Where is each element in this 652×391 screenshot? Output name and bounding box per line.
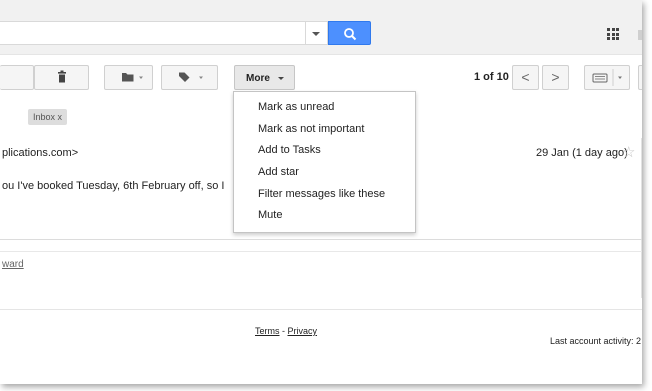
last-account-activity: Last account activity: 2 [550, 336, 642, 346]
account-edge [638, 30, 642, 40]
message-date: 29 Jan (1 day ago) [536, 147, 628, 159]
sender-address: plications.com> [2, 147, 79, 159]
label-tag-icon [179, 72, 203, 82]
older-button[interactable]: > [542, 65, 569, 90]
privacy-link[interactable]: Privacy [288, 326, 318, 336]
pager-count: 1 of 10 [474, 71, 509, 83]
menu-item-add-to-tasks[interactable]: Add to Tasks [234, 140, 415, 161]
more-button[interactable]: More [234, 65, 295, 90]
search-icon [344, 28, 357, 41]
input-tools-button[interactable] [584, 65, 630, 90]
menu-item-mute[interactable]: Mute [234, 205, 415, 226]
folder-icon [122, 73, 143, 82]
footer-links: Terms - Privacy [255, 326, 317, 336]
menu-item-mark-unread[interactable]: Mark as unread [234, 97, 415, 118]
trash-icon [58, 70, 66, 83]
keyboard-icon [592, 69, 622, 86]
apps-grid-icon[interactable] [607, 28, 619, 40]
gmail-window: More 1 of 10 < > Inbox x plications.com>… [0, 0, 642, 384]
divider [0, 309, 642, 310]
message-body: ou I've booked Tuesday, 6th February off… [2, 180, 225, 192]
caret-down-icon [312, 32, 320, 36]
search-options-button[interactable] [306, 21, 328, 45]
settings-button-edge[interactable] [638, 65, 642, 90]
chevron-down-icon [278, 77, 284, 80]
divider [0, 251, 642, 252]
move-to-button[interactable] [104, 65, 153, 90]
more-label: More [246, 73, 270, 84]
delete-button[interactable] [34, 65, 89, 90]
header-bar [0, 0, 642, 55]
star-icon[interactable]: ☆ [622, 143, 635, 161]
terms-link[interactable]: Terms [255, 326, 280, 336]
back-button-edge[interactable] [0, 65, 34, 90]
search-button[interactable] [328, 21, 371, 45]
forward-link[interactable]: ward [2, 259, 24, 270]
menu-item-mark-not-important[interactable]: Mark as not important [234, 119, 415, 140]
menu-item-filter-messages[interactable]: Filter messages like these [234, 184, 415, 205]
inbox-label-chip[interactable]: Inbox x [28, 109, 68, 125]
search-input[interactable] [0, 21, 306, 45]
footer-separator: - [279, 326, 288, 336]
newer-button[interactable]: < [512, 65, 539, 90]
more-menu: Mark as unread Mark as not important Add… [233, 91, 416, 233]
divider [0, 239, 642, 240]
right-divider [641, 138, 642, 298]
menu-item-add-star[interactable]: Add star [234, 162, 415, 183]
labels-button[interactable] [161, 65, 218, 90]
